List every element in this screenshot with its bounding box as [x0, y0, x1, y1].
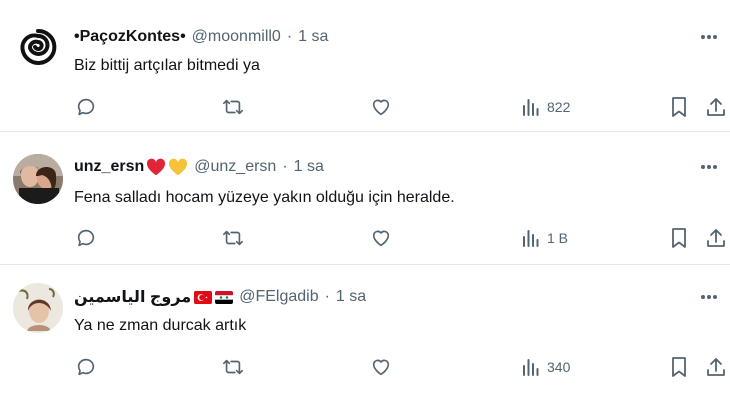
couple-photo-icon	[13, 154, 63, 204]
more-icon	[701, 165, 717, 169]
tweet-header: unz_ersn @unz_ersn · 1 sa	[74, 156, 324, 178]
views-count: 1 B	[547, 230, 569, 246]
tweet-header: مروج الياسمين @FElgadib · 1 sa	[74, 286, 366, 308]
reply-button[interactable]	[75, 355, 97, 379]
views-icon	[523, 99, 539, 116]
separator-dot: ·	[282, 158, 288, 175]
tweet-text: Biz bittij artçılar bitmedi ya	[74, 57, 260, 74]
retweet-icon	[223, 99, 243, 115]
bookmark-icon	[672, 97, 686, 117]
portrait-icon	[13, 283, 63, 333]
views-icon	[523, 230, 539, 247]
tweet-header: •PaçozKontes• @moonmill0 · 1 sa	[74, 26, 328, 48]
user-handle[interactable]: @unz_ersn	[194, 158, 276, 176]
display-name[interactable]: unz_ersn	[74, 158, 144, 176]
share-icon	[707, 358, 725, 376]
share-icon	[707, 98, 725, 116]
bookmark-icon	[672, 357, 686, 377]
yellow-heart-icon	[169, 158, 188, 176]
retweet-button[interactable]	[221, 355, 245, 379]
tweet[interactable]: مروج الياسمين @FElgadib · 1 sa Ya ne zma…	[0, 266, 730, 420]
tweet-actions: 1 B	[0, 226, 730, 250]
tweet-text: Ya ne zman durcak artık	[74, 317, 247, 334]
reply-icon	[77, 358, 95, 376]
like-button[interactable]	[370, 355, 392, 379]
bookmark-button[interactable]	[669, 95, 689, 119]
reply-icon	[77, 98, 95, 116]
reply-icon	[77, 229, 95, 247]
retweet-button[interactable]	[221, 95, 245, 119]
display-name[interactable]: •PaçozKontes•	[74, 28, 186, 46]
share-icon	[707, 229, 725, 247]
tweet-actions: 822	[0, 95, 730, 119]
share-button[interactable]	[705, 226, 727, 250]
display-name[interactable]: مروج الياسمين	[74, 287, 191, 307]
views-button[interactable]: 340	[521, 355, 570, 379]
share-button[interactable]	[705, 355, 727, 379]
more-icon	[701, 295, 717, 299]
avatar[interactable]	[13, 22, 63, 72]
like-button[interactable]	[370, 226, 392, 250]
more-options-button[interactable]	[698, 286, 720, 308]
timestamp[interactable]: 1 sa	[298, 28, 328, 46]
views-count: 340	[547, 359, 571, 375]
more-options-button[interactable]	[698, 26, 720, 48]
timestamp[interactable]: 1 sa	[294, 158, 324, 176]
reply-button[interactable]	[75, 226, 97, 250]
tweet[interactable]: •PaçozKontes• @moonmill0 · 1 sa Biz bitt…	[0, 0, 730, 132]
reply-button[interactable]	[75, 95, 97, 119]
more-icon	[701, 35, 717, 39]
retweet-icon	[223, 230, 243, 246]
avatar[interactable]	[13, 154, 63, 204]
like-icon	[372, 230, 390, 247]
like-button[interactable]	[370, 95, 392, 119]
separator-dot: ·	[324, 288, 330, 305]
more-options-button[interactable]	[698, 156, 720, 178]
syria-flag-icon	[215, 290, 234, 304]
like-icon	[372, 359, 390, 376]
user-handle[interactable]: @moonmill0	[192, 28, 281, 46]
tweet-text: Fena salladı hocam yüzeye yakın olduğu i…	[74, 189, 455, 206]
turkey-flag-icon	[194, 290, 213, 304]
views-icon	[523, 359, 539, 376]
separator-dot: ·	[286, 28, 293, 45]
avatar[interactable]	[13, 283, 63, 333]
share-button[interactable]	[705, 95, 727, 119]
retweet-button[interactable]	[221, 226, 245, 250]
tweet-actions: 340	[0, 355, 730, 379]
user-handle[interactable]: @FElgadib	[239, 288, 318, 306]
retweet-icon	[223, 359, 243, 375]
spiral-logo-icon	[14, 23, 62, 71]
tweet[interactable]: unz_ersn @unz_ersn · 1 sa Fena salladı h…	[0, 133, 730, 265]
bookmark-button[interactable]	[669, 226, 689, 250]
views-button[interactable]: 822	[521, 95, 570, 119]
like-icon	[372, 99, 390, 116]
timestamp[interactable]: 1 sa	[336, 288, 366, 306]
bookmark-icon	[672, 228, 686, 248]
views-count: 822	[547, 99, 571, 115]
red-heart-icon	[147, 158, 166, 176]
views-button[interactable]: 1 B	[521, 226, 568, 250]
bookmark-button[interactable]	[669, 355, 689, 379]
